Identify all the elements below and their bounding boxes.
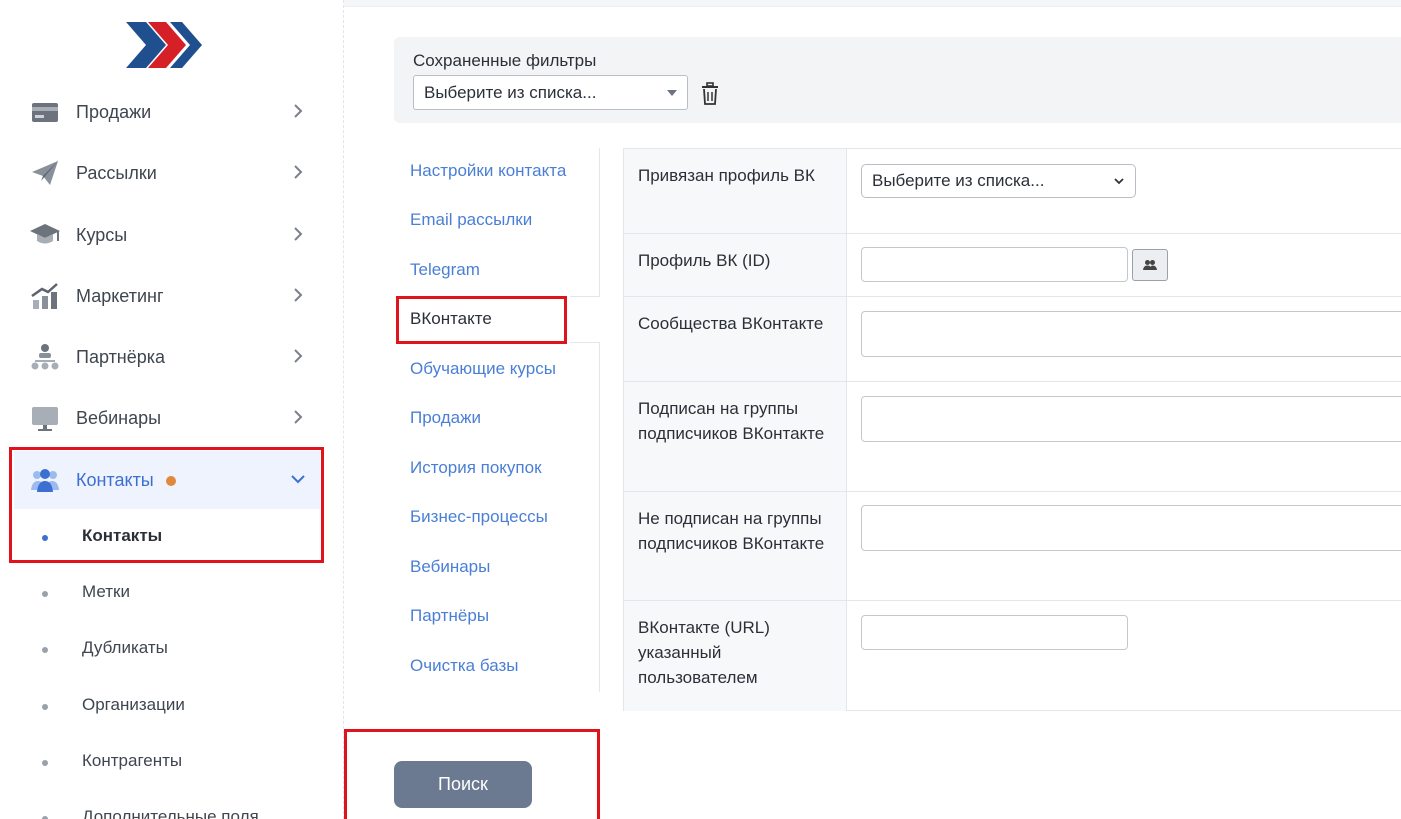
tab-business-processes[interactable]: Бизнес-процессы [410,507,548,527]
sidebar-item-partners[interactable]: Партнёрка [14,328,320,386]
form-label: Привязан профиль ВК [624,149,847,233]
tab-training-courses[interactable]: Обучающие курсы [410,359,556,379]
tab-database-cleanup[interactable]: Очистка базы [410,656,518,676]
form-label: Не подписан на группы подписчиков ВКонта… [624,492,847,600]
bullet-dot [42,535,48,541]
subscribed-groups-input[interactable] [861,396,1401,442]
trash-icon[interactable] [699,82,721,106]
sidebar-item-label: Вебинары [76,407,162,428]
saved-filters-panel: Сохраненные фильтры Выберите из списка..… [394,37,1401,123]
form-row-vk-profile-linked: Привязан профиль ВК Выберите из списка..… [624,149,1401,234]
sidebar-subitem-contacts[interactable]: Контакты [14,516,320,560]
card-icon [32,103,58,122]
tab-frame-line [570,296,600,297]
paper-plane-icon [32,161,58,185]
bullet-dot [42,760,48,766]
vk-profile-id-input[interactable] [861,247,1128,282]
search-button[interactable]: Поиск [394,761,532,808]
form-label: ВКонтакте (URL) указанный пользователем [624,601,847,711]
tab-frame-line [570,342,600,343]
form-label: Профиль ВК (ID) [624,234,847,296]
tab-email-mailings[interactable]: Email рассылки [410,210,532,230]
growth-chart-icon [31,283,58,309]
sidebar-item-label: Контакты [76,469,154,490]
chevron-right-icon [294,165,303,179]
sidebar-subitem-label: Метки [82,582,130,601]
sidebar-item-label: Продажи [76,101,152,122]
org-tree-icon [31,344,59,370]
chevron-right-icon [294,288,303,302]
form-label: Подписан на группы подписчиков ВКонтакте [624,382,847,491]
tab-webinars[interactable]: Вебинары [410,557,490,577]
monitor-icon [32,407,58,431]
sidebar-subitem-organizations[interactable]: Организации [14,685,320,729]
form-row-vk-profile-id: Профиль ВК (ID) [624,234,1401,297]
sidebar-subitem-label: Контакты [82,526,163,545]
bullet-dot [42,704,48,710]
sidebar: Продажи Рассылки Курсы Маркетинг Партнёр… [0,0,344,819]
logo-icon [126,22,202,68]
sidebar-subitem-label: Дубликаты [82,638,168,657]
sidebar-subitem-duplicates[interactable]: Дубликаты [14,628,320,672]
tabs-divider [599,148,600,296]
form-label: Сообщества ВКонтакте [624,297,847,381]
users-icon [1143,260,1157,270]
form-row-not-subscribed-groups: Не подписан на группы подписчиков ВКонта… [624,492,1401,601]
tab-vkontakte[interactable]: ВКонтакте [410,309,492,329]
notification-dot [166,476,176,486]
saved-filters-select[interactable]: Выберите из списка... [413,75,688,110]
chevron-right-icon [294,410,303,424]
tab-telegram[interactable]: Telegram [410,260,480,280]
vk-url-input[interactable] [861,615,1128,650]
bullet-dot [42,591,48,597]
sidebar-item-contacts[interactable]: Контакты [14,451,320,509]
sidebar-subitem-label: Организации [82,695,185,714]
sidebar-item-marketing[interactable]: Маркетинг [14,267,320,325]
vk-communities-input[interactable] [861,311,1401,357]
chevron-right-icon [294,227,303,241]
tab-contact-settings[interactable]: Настройки контакта [410,161,566,181]
not-subscribed-groups-input[interactable] [861,505,1401,551]
users-icon [31,469,59,492]
graduation-cap-icon [30,224,60,244]
sidebar-item-mailings[interactable]: Рассылки [14,144,320,202]
saved-filters-title: Сохраненные фильтры [413,51,597,70]
pick-profile-button[interactable] [1132,249,1168,281]
chevron-down-icon [291,475,305,484]
chevron-right-icon [294,349,303,363]
saved-filters-select-value: Выберите из списка... [424,82,597,102]
vk-filter-form: Привязан профиль ВК Выберите из списка..… [623,148,1401,711]
sidebar-subitem-label: Дополнительные поля [82,807,259,819]
chevron-right-icon [294,104,303,118]
sidebar-subitem-tags[interactable]: Метки [14,572,320,616]
tab-purchase-history[interactable]: История покупок [410,458,542,478]
sidebar-item-label: Курсы [76,224,128,245]
sidebar-item-label: Партнёрка [76,346,166,367]
vk-profile-linked-select[interactable]: Выберите из списка... [861,164,1136,198]
sidebar-item-label: Рассылки [76,162,157,183]
sidebar-item-label: Маркетинг [76,285,164,306]
sidebar-subitem-counterparties[interactable]: Контрагенты [14,741,320,785]
tabs-divider [599,342,600,692]
sidebar-item-courses[interactable]: Курсы [14,206,320,264]
caret-down-icon [667,89,677,96]
tab-partners[interactable]: Партнёры [410,606,489,626]
vk-profile-linked-select-value: Выберите из списка... [872,171,1045,190]
sidebar-item-sales[interactable]: Продажи [14,83,320,141]
chevron-down-icon [1114,178,1124,185]
sidebar-item-webinars[interactable]: Вебинары [14,389,320,447]
form-row-vk-communities: Сообщества ВКонтакте [624,297,1401,382]
form-row-subscribed-groups: Подписан на группы подписчиков ВКонтакте [624,382,1401,492]
sidebar-subitem-label: Контрагенты [82,751,183,770]
tab-sales[interactable]: Продажи [410,408,481,428]
form-row-vk-url: ВКонтакте (URL) указанный пользователем [624,601,1401,711]
bullet-dot [42,647,48,653]
sidebar-subitem-extra-fields[interactable]: Дополнительные поля [14,797,320,819]
